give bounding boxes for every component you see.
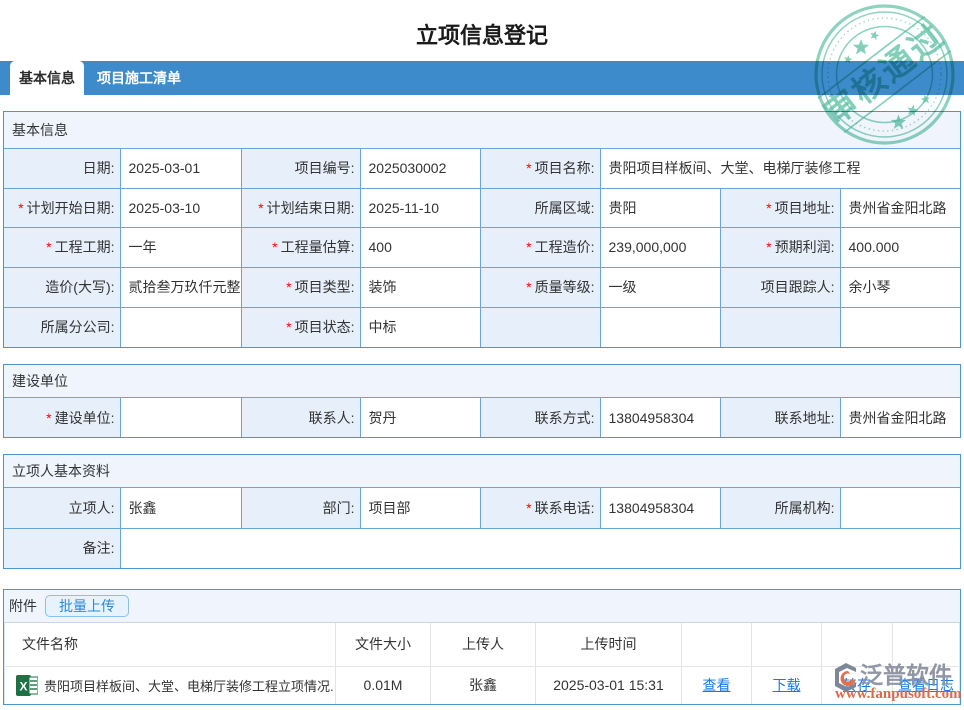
svg-text:X: X [19, 679, 27, 693]
